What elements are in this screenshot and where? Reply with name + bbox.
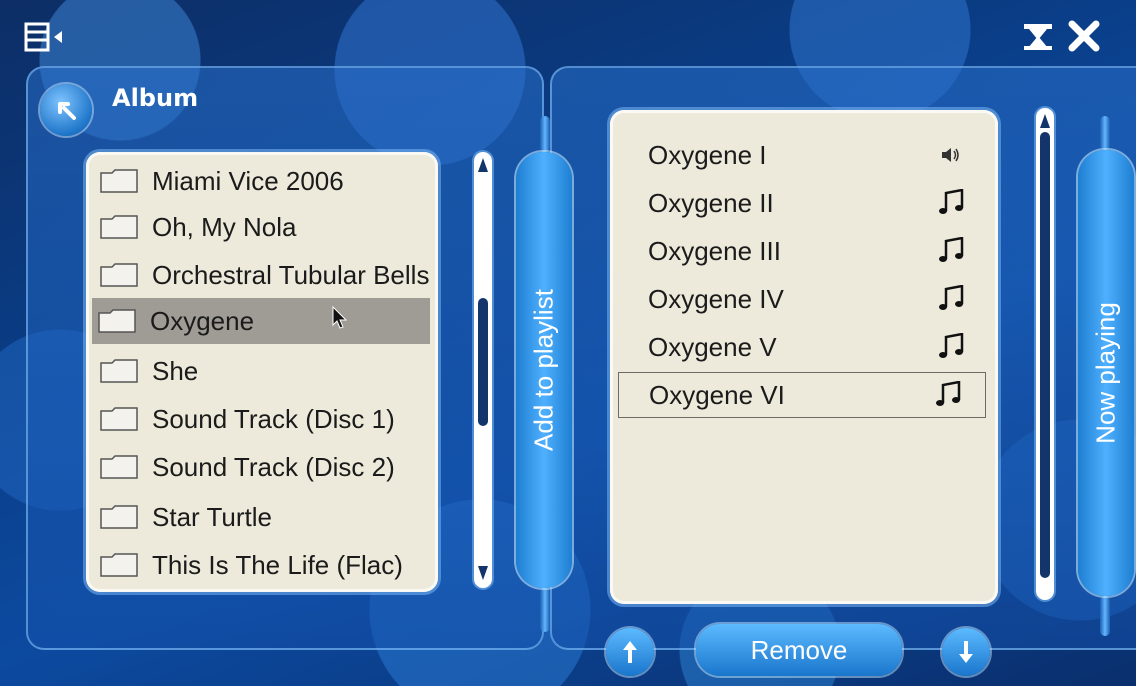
add-to-playlist-label: Add to playlist: [528, 289, 559, 451]
list-item[interactable]: Sound Track (Disc 1): [94, 396, 430, 442]
list-item[interactable]: Oxygene I: [618, 132, 988, 178]
move-up-button[interactable]: [606, 628, 654, 676]
scroll-up-icon[interactable]: [1040, 114, 1050, 128]
remove-label: Remove: [750, 634, 848, 665]
track-label: Oxygene V: [648, 331, 777, 362]
album-label: Oxygene: [150, 305, 255, 336]
rail-decoration: [540, 116, 550, 152]
folder-icon: [100, 359, 138, 383]
move-down-button[interactable]: [942, 628, 990, 676]
track-list[interactable]: Oxygene I Oxygene II Oxygene III Oxygene…: [610, 110, 998, 604]
track-label: Oxygene I: [648, 139, 767, 170]
scroll-thumb[interactable]: [1040, 132, 1050, 578]
menu-icon[interactable]: [24, 22, 68, 52]
scroll-thumb[interactable]: [478, 298, 488, 426]
folder-icon: [100, 169, 138, 193]
list-item[interactable]: Oxygene II: [618, 180, 988, 226]
folder-icon: [100, 455, 138, 479]
music-note-icon: [933, 380, 963, 410]
track-label: Oxygene II: [648, 187, 774, 218]
list-item[interactable]: Oh, My Nola: [94, 204, 430, 250]
scroll-down-icon[interactable]: [1040, 580, 1050, 594]
rail-decoration: [1100, 596, 1110, 636]
back-arrow-icon: [58, 102, 76, 120]
list-item[interactable]: This Is The Life (Flac): [94, 542, 430, 588]
album-label: Orchestral Tubular Bells: [152, 259, 430, 290]
add-to-playlist-button[interactable]: Add to playlist: [516, 152, 572, 588]
track-label: Oxygene III: [648, 235, 781, 266]
rail-decoration: [540, 588, 550, 632]
mouse-pointer-icon: [332, 306, 348, 329]
page-title: Album: [112, 84, 199, 112]
list-item-focused[interactable]: Oxygene VI: [618, 372, 986, 418]
arrow-down-icon: [959, 641, 973, 663]
album-label: Sound Track (Disc 2): [152, 451, 395, 482]
folder-icon: [100, 263, 138, 287]
list-item[interactable]: Miami Vice 2006: [94, 158, 430, 204]
folder-icon: [100, 505, 138, 529]
album-scrollbar[interactable]: [474, 152, 492, 588]
music-note-icon: [936, 332, 966, 362]
album-label: Miami Vice 2006: [152, 165, 344, 196]
folder-icon: [100, 215, 138, 239]
list-item[interactable]: Star Turtle: [94, 494, 430, 540]
list-item[interactable]: Oxygene V: [618, 324, 988, 370]
close-icon[interactable]: [1064, 18, 1104, 54]
folder-icon: [100, 407, 138, 431]
rail-decoration: [1100, 116, 1110, 150]
music-note-icon: [936, 284, 966, 314]
album-label: Star Turtle: [152, 501, 272, 532]
folder-icon: [98, 309, 136, 333]
scroll-up-icon[interactable]: [478, 158, 488, 172]
folder-icon: [100, 553, 138, 577]
list-item[interactable]: Sound Track (Disc 2): [94, 444, 430, 490]
album-label: This Is The Life (Flac): [152, 549, 403, 580]
album-label: Oh, My Nola: [152, 211, 297, 242]
album-label: Sound Track (Disc 1): [152, 403, 395, 434]
album-label: She: [152, 355, 199, 386]
track-label: Oxygene VI: [649, 379, 785, 410]
back-button[interactable]: [40, 84, 92, 136]
music-note-icon: [936, 188, 966, 218]
list-item[interactable]: Oxygene III: [618, 228, 988, 274]
now-playing-button[interactable]: Now playing: [1078, 150, 1134, 596]
scroll-down-icon[interactable]: [478, 566, 488, 580]
list-item[interactable]: Oxygene IV: [618, 276, 988, 322]
speaker-icon: [936, 140, 966, 170]
list-item-selected[interactable]: Oxygene: [92, 298, 430, 344]
minimize-icon[interactable]: [1018, 18, 1058, 54]
music-note-icon: [936, 236, 966, 266]
title-bar: [0, 0, 1136, 72]
album-list[interactable]: Miami Vice 2006 Oh, My Nola Orchestral T…: [86, 152, 438, 592]
list-item[interactable]: Orchestral Tubular Bells: [94, 252, 430, 298]
arrow-up-icon: [623, 641, 637, 663]
now-playing-label: Now playing: [1090, 302, 1121, 444]
list-item[interactable]: She: [94, 348, 430, 394]
remove-button[interactable]: Remove: [696, 624, 902, 676]
track-label: Oxygene IV: [648, 283, 784, 314]
track-scrollbar[interactable]: [1036, 108, 1054, 600]
